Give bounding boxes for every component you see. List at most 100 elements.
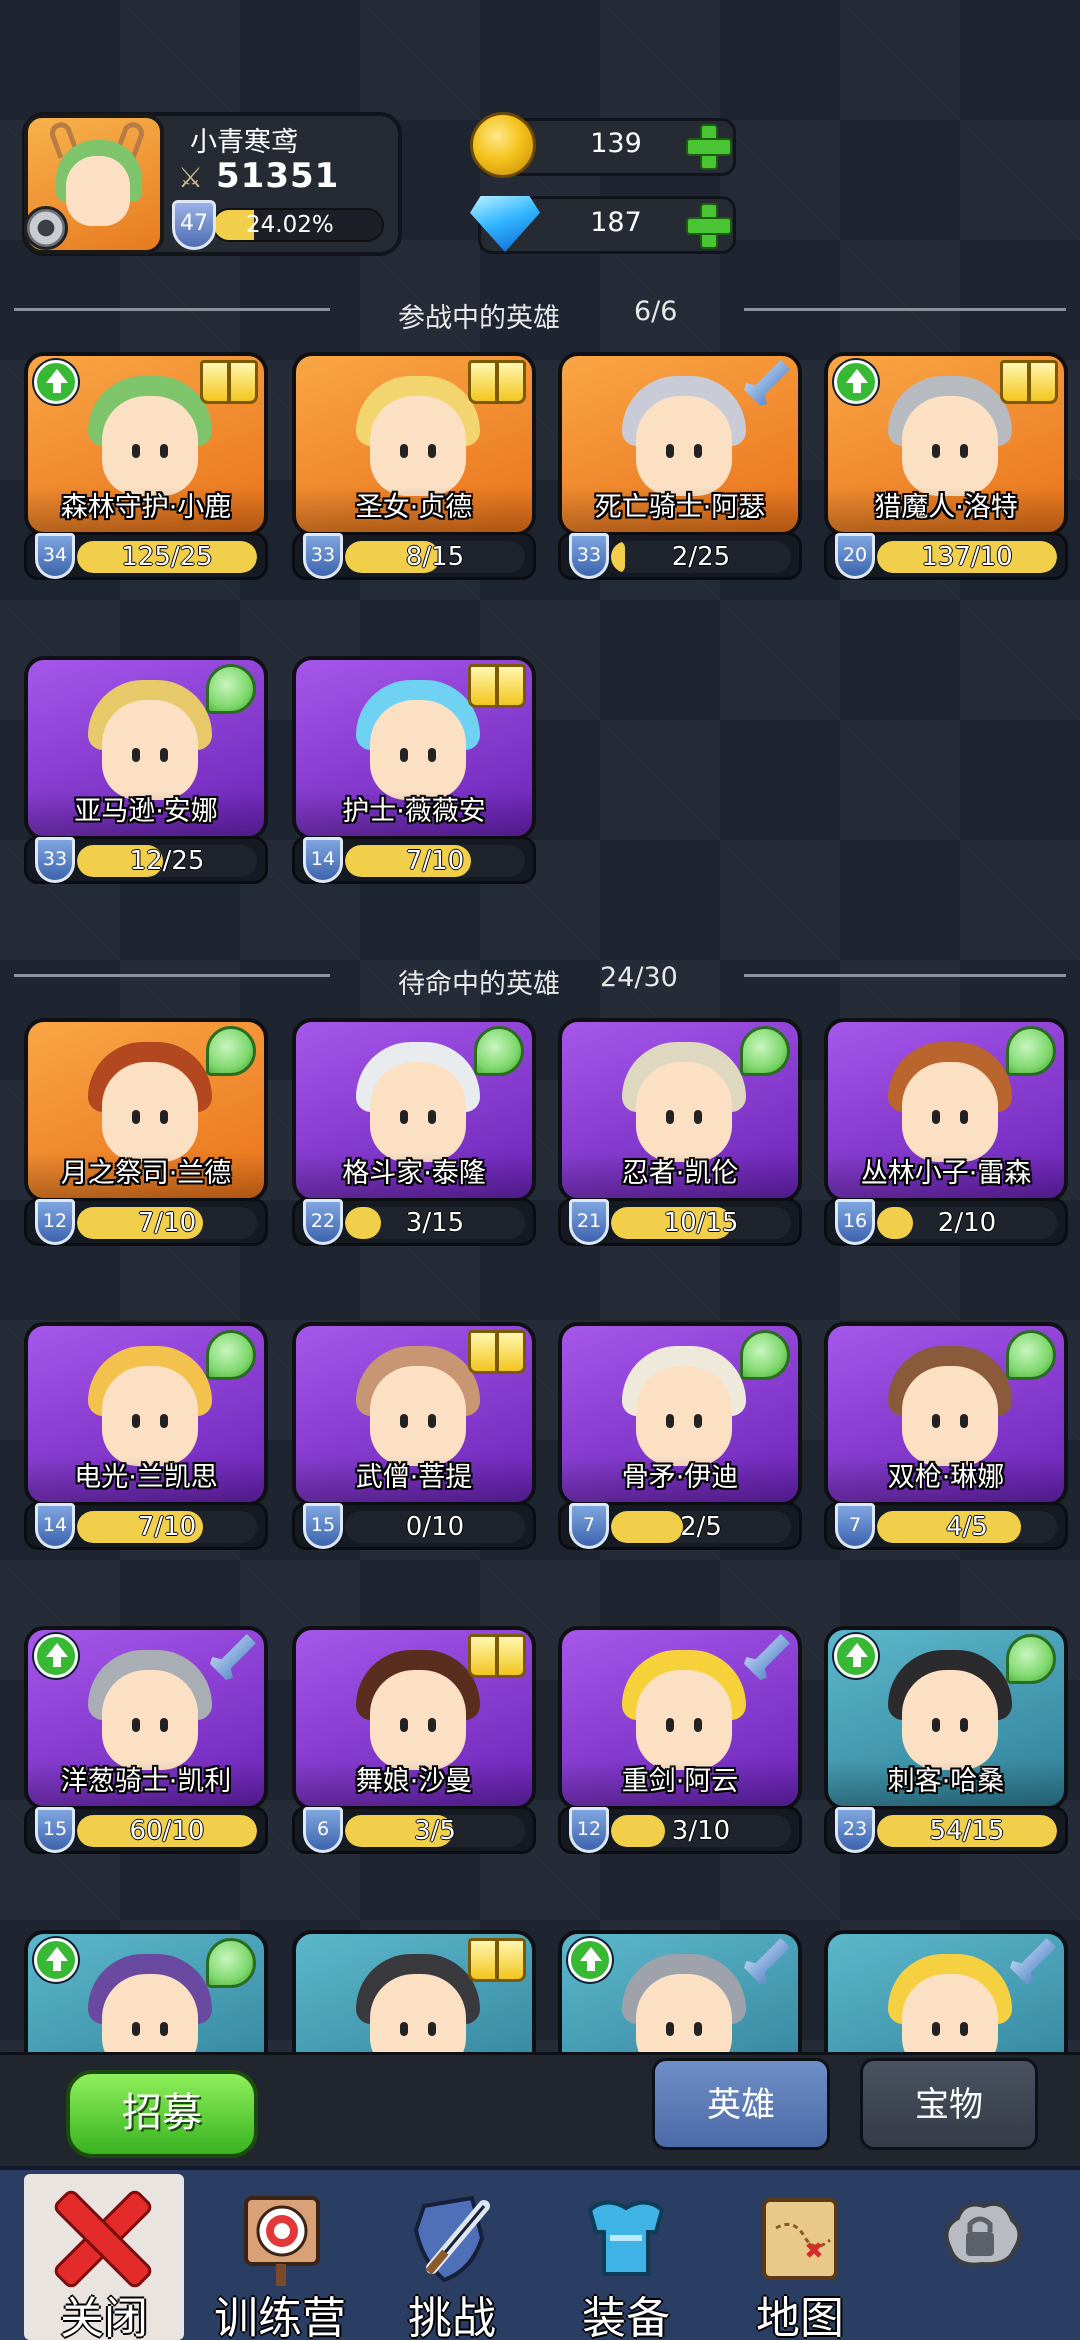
player-name: 小青寒鸢 <box>190 127 298 158</box>
hero-eye <box>132 1414 140 1428</box>
hero-portrait <box>902 1366 998 1466</box>
recruit-button[interactable]: 招募 <box>66 2070 258 2158</box>
nav-locked[interactable] <box>900 2174 1060 2340</box>
leaf-icon <box>206 664 256 714</box>
hero-eye <box>960 1414 968 1428</box>
hero-eye <box>694 1718 702 1732</box>
hero-eye <box>694 2022 702 2036</box>
hero-shard-count: 4/5 <box>946 1512 988 1542</box>
hero-name: 忍者·凯伦 <box>621 1158 739 1189</box>
book-icon <box>468 664 526 708</box>
hero-progress-row: 2/5 7 <box>558 1502 802 1550</box>
sword-icon <box>210 1634 256 1680</box>
tab-treasure[interactable]: 宝物 <box>860 2058 1038 2150</box>
settings-gear-icon[interactable] <box>24 206 68 250</box>
book-icon <box>468 1634 526 1678</box>
hero-card[interactable]: 洋葱骑士·凯利 <box>24 1626 268 1810</box>
hero-shard-count: 10/15 <box>663 1208 739 1238</box>
hero-name: 死亡骑士·阿瑟 <box>594 492 766 523</box>
avatar-face <box>66 156 130 226</box>
hero-level-badge: 7 <box>835 1503 875 1549</box>
sword-icon <box>744 360 790 406</box>
hero-card[interactable]: 忍者·凯伦 <box>558 1018 802 1202</box>
reserve-heroes-count: 24/30 <box>600 962 678 993</box>
player-xp-text: 24.02% <box>246 212 334 238</box>
hero-portrait <box>370 396 466 496</box>
hero-card[interactable]: 舞娘·沙曼 <box>292 1626 536 1810</box>
hero-portrait <box>636 1062 732 1162</box>
hero-card[interactable]: 重剑·阿云 <box>558 1626 802 1810</box>
hero-level-badge: 15 <box>303 1503 343 1549</box>
hero-card[interactable]: 亚马逊·安娜 <box>24 656 268 840</box>
hero-shard-bar: 2/25 <box>611 541 791 573</box>
hero-portrait <box>370 700 466 800</box>
hero-level-badge: 12 <box>569 1807 609 1853</box>
hero-card[interactable]: 猎魔人·洛特 <box>824 352 1068 536</box>
hero-shard-count: 12/25 <box>129 846 205 876</box>
nav-challenge[interactable]: 挑战 <box>372 2174 532 2340</box>
hero-name: 刺客·哈桑 <box>887 1766 1005 1797</box>
hero-card[interactable]: 护士·薇薇安 <box>292 656 536 840</box>
hero-eye <box>932 444 940 458</box>
hero-card[interactable]: 死亡骑士·阿瑟 <box>558 352 802 536</box>
hero-eye <box>932 2022 940 2036</box>
hero-level-badge: 16 <box>835 1199 875 1245</box>
hero-progress-row: 60/10 15 <box>24 1806 268 1854</box>
hero-shard-bar: 0/10 <box>345 1511 525 1543</box>
hero-card[interactable]: 圣女·贞德 <box>292 352 536 536</box>
hero-progress-row: 7/10 12 <box>24 1198 268 1246</box>
nav-close[interactable]: 关闭 <box>24 2174 184 2340</box>
hero-shard-bar: 8/15 <box>345 541 525 573</box>
hero-eye <box>694 1414 702 1428</box>
nav-equipment[interactable]: 装备 <box>546 2174 706 2340</box>
hero-name: 重剑·阿云 <box>621 1766 739 1797</box>
hero-portrait <box>370 1366 466 1466</box>
nav-map[interactable]: 地图 <box>720 2174 880 2340</box>
hero-shard-count: 0/10 <box>405 1512 465 1542</box>
hero-card[interactable]: 格斗家·泰隆 <box>292 1018 536 1202</box>
hero-progress-row: 7/10 14 <box>24 1502 268 1550</box>
hero-progress-row: 7/10 14 <box>292 836 536 884</box>
add-gems-button[interactable] <box>684 201 732 249</box>
hero-shard-count: 2/10 <box>937 1208 997 1238</box>
hero-card[interactable]: 月之祭司·兰德 <box>24 1018 268 1202</box>
hero-shard-count: 3/5 <box>414 1816 456 1846</box>
add-gold-button[interactable] <box>684 122 732 170</box>
hero-progress-row: 3/15 22 <box>292 1198 536 1246</box>
hero-progress-row: 3/5 6 <box>292 1806 536 1854</box>
hero-card[interactable]: 骨矛·伊迪 <box>558 1322 802 1506</box>
upgrade-arrow-icon <box>34 1634 78 1678</box>
hero-card[interactable]: 刺客·哈桑 <box>824 1626 1068 1810</box>
hero-level-badge: 14 <box>303 837 343 883</box>
hero-progress-row: 3/10 12 <box>558 1806 802 1854</box>
hero-portrait <box>102 1366 198 1466</box>
hero-card[interactable]: 武僧·菩提 <box>292 1322 536 1506</box>
hero-shard-count: 7/10 <box>137 1208 197 1238</box>
tab-heroes[interactable]: 英雄 <box>652 2058 830 2150</box>
hero-card[interactable]: 森林守护·小鹿 <box>24 352 268 536</box>
hero-card[interactable]: 电光·兰凯思 <box>24 1322 268 1506</box>
hero-card[interactable]: 双枪·琳娜 <box>824 1322 1068 1506</box>
hero-eye <box>666 1110 674 1124</box>
nav-label: 训练营 <box>214 2293 346 2340</box>
hero-name: 电光·兰凯思 <box>74 1462 218 1493</box>
hero-card[interactable]: 丛林小子·雷森 <box>824 1018 1068 1202</box>
upgrade-arrow-icon <box>34 360 78 404</box>
hero-eye <box>132 748 140 762</box>
hero-level-badge: 20 <box>835 533 875 579</box>
hero-eye <box>666 2022 674 2036</box>
hero-eye <box>160 444 168 458</box>
hero-eye <box>932 1718 940 1732</box>
hero-eye <box>160 748 168 762</box>
reserve-heroes-title: 待命中的英雄 <box>398 969 560 1000</box>
hero-shard-count: 3/15 <box>405 1208 465 1238</box>
hero-progress-row: 0/10 15 <box>292 1502 536 1550</box>
nav-training-camp[interactable]: 训练营 <box>200 2174 360 2340</box>
hero-level-badge: 33 <box>35 837 75 883</box>
leaf-icon <box>206 1026 256 1076</box>
hero-portrait <box>636 1366 732 1466</box>
hero-eye <box>960 1110 968 1124</box>
hero-eye <box>960 1718 968 1732</box>
target-icon <box>230 2188 330 2288</box>
hero-portrait <box>102 700 198 800</box>
